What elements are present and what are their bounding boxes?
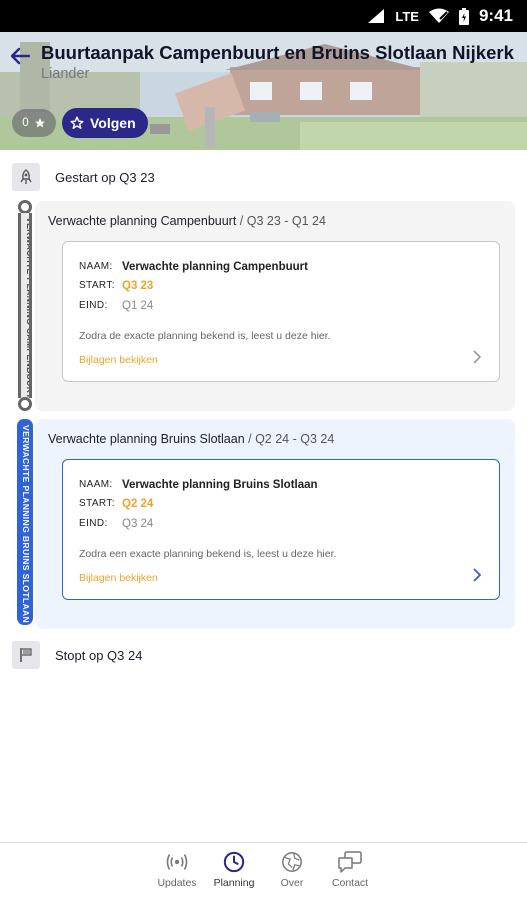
follower-count-badge: 0 [12,109,56,137]
phase-rail: VERWACHTE PLANNING BRUINS SLOTLAAN [14,419,36,629]
name-value: Verwachte planning Campenbuurt [122,261,308,273]
arrow-left-icon [10,47,30,65]
start-key: START: [79,280,115,291]
card-end-row: EIND: Q1 24 [79,300,153,312]
attachments-link[interactable]: Bijlagen bekijken [79,354,158,366]
phase-title: Verwachte planning Campenbuurt / Q3 23 -… [48,214,326,228]
phase-range: / Q2 24 - Q3 24 [244,432,335,446]
card-description: Zodra de exacte planning bekend is, lees… [79,330,331,342]
start-value: Q2 24 [122,498,154,510]
card-end-row: EIND: Q3 24 [79,518,153,530]
nav-label: Contact [331,877,369,889]
name-value: Verwachte planning Bruins Slotlaan [122,479,318,491]
card-start-row: START: Q3 23 [79,280,153,292]
end-value: Q1 24 [122,300,154,312]
follower-count: 0 [22,117,29,129]
rail-label: VERWACHTE PLANNING BRUINS SLOTLAAN [21,424,31,623]
phase-rail: VERWACHTE PLANNING CAMPENBUURT [14,200,36,411]
flag-icon [12,641,40,669]
end-key: EIND: [79,518,108,529]
rocket-icon [12,163,40,191]
rail-start-dot [18,200,32,214]
broadcast-icon [166,854,188,870]
globe-icon [282,852,302,872]
cellular-signal-icon [368,9,385,23]
star-outline-icon [70,116,84,129]
nav-updates[interactable]: Updates [147,851,207,889]
status-bar: LTE 9:41 [0,0,527,32]
nav-contact[interactable]: Contact [320,851,380,889]
nav-label: Planning [213,877,255,889]
start-label: Gestart op Q3 23 [55,170,155,185]
start-value: Q3 23 [122,280,154,292]
card-name-row: NAAM: Verwachte planning Bruins Slotlaan [79,479,318,491]
clock-icon [223,851,245,873]
phase-name: Verwachte planning Bruins Slotlaan [48,432,245,446]
end-key: EIND: [79,300,108,311]
project-owner: Liander [41,66,90,82]
page-title: Buurtaanpak Campenbuurt en Bruins Slotla… [41,42,514,63]
network-type: LTE [395,8,419,24]
rail-bar: VERWACHTE PLANNING CAMPENBUURT [18,213,32,398]
clock-time: 9:41 [478,6,513,25]
chat-icon [338,851,362,873]
nav-label: Updates [157,877,197,889]
chevron-right-icon[interactable] [471,567,483,583]
phase-card[interactable]: NAAM: Verwachte planning Bruins Slotlaan … [62,459,500,600]
bottom-navigation: Updates Planning Over Contact [0,842,527,900]
back-button[interactable] [6,42,34,70]
battery-icon [458,7,469,25]
end-value: Q3 24 [122,518,154,530]
end-label: Stopt op Q3 24 [55,648,143,663]
phase-panel: Verwachte planning Bruins Slotlaan / Q2 … [35,419,515,629]
wifi-icon [428,8,449,23]
follow-label: Volgen [90,115,136,131]
chevron-right-icon[interactable] [471,349,483,365]
name-key: NAAM: [79,261,113,272]
phase-campenbuurt[interactable]: VERWACHTE PLANNING CAMPENBUURT Verwachte… [14,200,515,411]
phase-panel: Verwachte planning Campenbuurt / Q3 23 -… [35,201,515,411]
start-key: START: [79,498,115,509]
phase-bruins-slotlaan[interactable]: VERWACHTE PLANNING BRUINS SLOTLAAN Verwa… [14,419,515,629]
rail-bar-active: VERWACHTE PLANNING BRUINS SLOTLAAN [17,419,33,625]
timeline-end: Stopt op Q3 24 [0,641,527,685]
follow-button[interactable]: Volgen [62,108,148,138]
name-key: NAAM: [79,479,113,490]
phase-card[interactable]: NAAM: Verwachte planning Campenbuurt STAR… [62,241,500,382]
card-description: Zodra een exacte planning bekend is, lee… [79,548,337,560]
nav-label: Over [280,877,304,889]
project-header: Buurtaanpak Campenbuurt en Bruins Slotla… [0,32,527,150]
phase-name: Verwachte planning Campenbuurt [48,214,237,228]
nav-over[interactable]: Over [262,851,322,889]
phase-title: Verwachte planning Bruins Slotlaan / Q2 … [48,432,334,446]
phase-range: / Q3 23 - Q1 24 [236,214,326,228]
rail-label: VERWACHTE PLANNING CAMPENBUURT [25,216,32,398]
card-start-row: START: Q2 24 [79,498,153,510]
attachments-link[interactable]: Bijlagen bekijken [79,572,158,584]
card-name-row: NAAM: Verwachte planning Campenbuurt [79,261,308,273]
nav-planning[interactable]: Planning [204,851,264,889]
rail-end-dot [18,397,32,411]
star-icon [34,118,45,128]
